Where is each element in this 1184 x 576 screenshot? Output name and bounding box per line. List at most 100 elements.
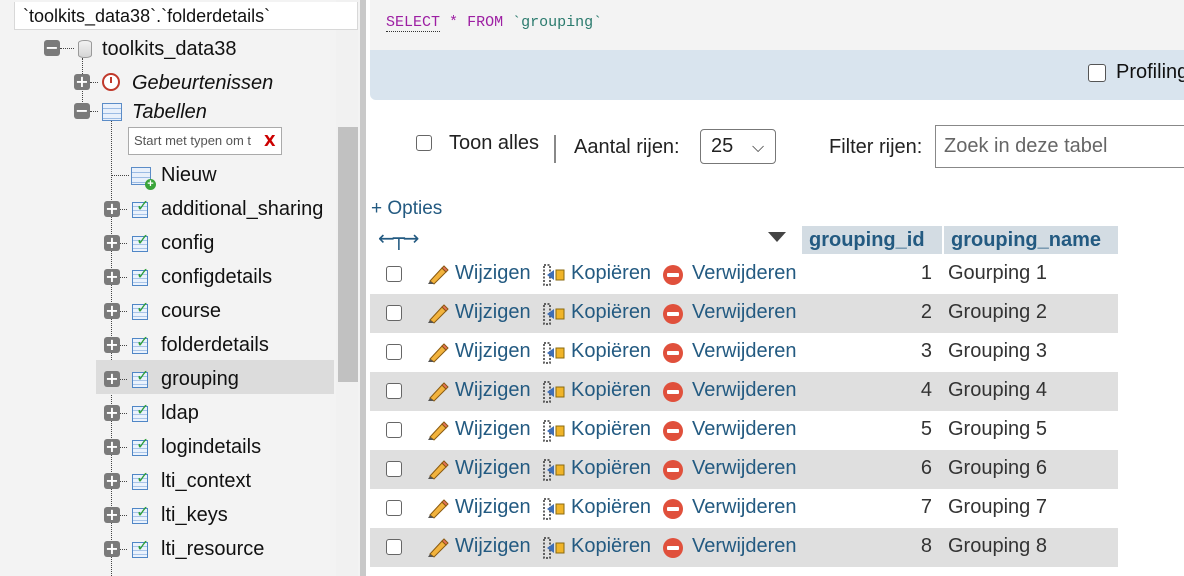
delete-link[interactable]: Verwijderen <box>692 496 797 519</box>
expand-icon[interactable]: + <box>104 235 120 251</box>
copy-icon[interactable] <box>542 264 566 286</box>
delete-link[interactable]: Verwijderen <box>692 418 797 441</box>
sidebar-resizer[interactable] <box>360 0 366 576</box>
copy-link[interactable]: Kopiëren <box>571 340 651 363</box>
expand-icon[interactable]: + <box>104 303 120 319</box>
pencil-icon[interactable] <box>427 460 449 480</box>
cell-grouping-name[interactable]: Grouping 4 <box>948 379 1047 402</box>
row-checkbox[interactable] <box>386 266 402 282</box>
delete-icon[interactable] <box>663 343 683 363</box>
row-checkbox[interactable] <box>386 344 402 360</box>
table-name-label[interactable]: logindetails <box>161 435 261 459</box>
table-name-label[interactable]: lti_context <box>161 469 251 493</box>
cell-grouping-id[interactable]: 6 <box>802 457 932 480</box>
table-filter-input[interactable]: Start met typen om t <box>128 127 282 155</box>
table-name-label[interactable]: additional_sharing <box>161 197 323 221</box>
pencil-icon[interactable] <box>427 538 449 558</box>
new-table-label[interactable]: Nieuw <box>161 163 217 187</box>
copy-icon[interactable] <box>542 342 566 364</box>
table-name-label[interactable]: course <box>161 299 221 323</box>
delete-link[interactable]: Verwijderen <box>692 535 797 558</box>
tables-label[interactable]: Tabellen <box>132 100 207 124</box>
expand-icon[interactable]: + <box>104 405 120 421</box>
table-name-label[interactable]: lti_resource <box>161 537 264 561</box>
expand-icon[interactable]: + <box>104 507 120 523</box>
sql-query[interactable]: SELECT * FROM `grouping` <box>386 14 602 32</box>
expand-icon[interactable]: + <box>104 201 120 217</box>
delete-link[interactable]: Verwijderen <box>692 301 797 324</box>
copy-icon[interactable] <box>542 498 566 520</box>
pencil-icon[interactable] <box>427 265 449 285</box>
table-row[interactable]: Wijzigen Kopiëren Verwijderen 6 Grouping 6 <box>370 450 1118 489</box>
expand-icon[interactable]: + <box>74 74 90 90</box>
delete-link[interactable]: Verwijderen <box>692 262 797 285</box>
table-name-label[interactable]: folderdetails <box>161 333 269 357</box>
cell-grouping-name[interactable]: Grouping 3 <box>948 340 1047 363</box>
database-name[interactable]: toolkits_data38 <box>102 37 237 61</box>
collapse-icon[interactable]: − <box>74 103 90 119</box>
edit-link[interactable]: Wijzigen <box>455 262 531 285</box>
copy-icon[interactable] <box>542 537 566 559</box>
options-link[interactable]: + Opties <box>371 198 442 220</box>
table-row[interactable]: Wijzigen Kopiëren Verwijderen 4 Grouping 4 <box>370 372 1118 411</box>
copy-icon[interactable] <box>542 459 566 481</box>
cell-grouping-id[interactable]: 8 <box>802 535 932 558</box>
row-checkbox[interactable] <box>386 383 402 399</box>
cell-grouping-name[interactable]: Grouping 5 <box>948 418 1047 441</box>
table-name-label[interactable]: lti_keys <box>161 503 228 527</box>
cell-grouping-name[interactable]: Grouping 2 <box>948 301 1047 324</box>
edit-link[interactable]: Wijzigen <box>455 496 531 519</box>
pencil-icon[interactable] <box>427 343 449 363</box>
row-checkbox[interactable] <box>386 539 402 555</box>
collapse-icon[interactable]: − <box>44 40 60 56</box>
delete-icon[interactable] <box>663 382 683 402</box>
copy-link[interactable]: Kopiëren <box>571 301 651 324</box>
table-name-label[interactable]: ldap <box>161 401 199 425</box>
pencil-icon[interactable] <box>427 382 449 402</box>
edit-link[interactable]: Wijzigen <box>455 535 531 558</box>
pencil-icon[interactable] <box>427 304 449 324</box>
sidebar-scrollbar-thumb[interactable] <box>338 127 358 382</box>
delete-icon[interactable] <box>663 265 683 285</box>
copy-icon[interactable] <box>542 420 566 442</box>
table-row[interactable]: Wijzigen Kopiëren Verwijderen 3 Grouping 3 <box>370 333 1118 372</box>
row-checkbox[interactable] <box>386 305 402 321</box>
delete-icon[interactable] <box>663 460 683 480</box>
edit-link[interactable]: Wijzigen <box>455 340 531 363</box>
row-checkbox[interactable] <box>386 500 402 516</box>
delete-link[interactable]: Verwijderen <box>692 457 797 480</box>
column-header-grouping-name[interactable]: grouping_name <box>942 226 1118 254</box>
show-all-checkbox[interactable] <box>416 135 432 151</box>
delete-icon[interactable] <box>663 421 683 441</box>
table-row[interactable]: Wijzigen Kopiëren Verwijderen 7 Grouping 7 <box>370 489 1118 528</box>
edit-link[interactable]: Wijzigen <box>455 418 531 441</box>
cell-grouping-name[interactable]: Gourping 1 <box>948 262 1047 285</box>
column-header-grouping-id[interactable]: grouping_id <box>802 226 942 254</box>
expand-icon[interactable]: + <box>104 439 120 455</box>
cell-grouping-name[interactable]: Grouping 6 <box>948 457 1047 480</box>
copy-link[interactable]: Kopiëren <box>571 418 651 441</box>
delete-link[interactable]: Verwijderen <box>692 340 797 363</box>
filter-rows-input[interactable]: Zoek in deze tabel <box>935 125 1184 168</box>
column-resize-arrows-icon[interactable]: ←┬→ <box>378 226 420 250</box>
cell-grouping-id[interactable]: 5 <box>802 418 932 441</box>
row-checkbox[interactable] <box>386 422 402 438</box>
table-row[interactable]: Wijzigen Kopiëren Verwijderen 1 Gourping 1 <box>370 255 1118 294</box>
profiling-checkbox[interactable] <box>1088 64 1106 82</box>
cell-grouping-name[interactable]: Grouping 8 <box>948 535 1047 558</box>
column-options-dropdown-icon[interactable] <box>768 232 786 242</box>
cell-grouping-id[interactable]: 2 <box>802 301 932 324</box>
delete-link[interactable]: Verwijderen <box>692 379 797 402</box>
copy-link[interactable]: Kopiëren <box>571 535 651 558</box>
copy-icon[interactable] <box>542 381 566 403</box>
expand-icon[interactable]: + <box>104 541 120 557</box>
expand-icon[interactable]: + <box>104 473 120 489</box>
cell-grouping-name[interactable]: Grouping 7 <box>948 496 1047 519</box>
edit-link[interactable]: Wijzigen <box>455 457 531 480</box>
expand-icon[interactable]: + <box>104 337 120 353</box>
copy-link[interactable]: Kopiëren <box>571 262 651 285</box>
expand-icon[interactable]: + <box>104 371 120 387</box>
expand-icon[interactable]: + <box>104 269 120 285</box>
copy-icon[interactable] <box>542 303 566 325</box>
cell-grouping-id[interactable]: 4 <box>802 379 932 402</box>
